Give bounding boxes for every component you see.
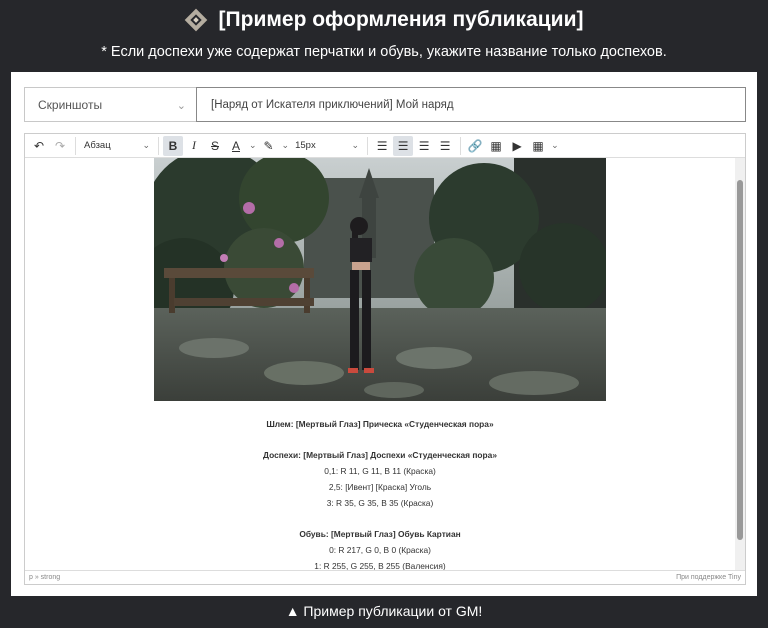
toolbar-divider <box>75 136 76 155</box>
chevron-down-icon[interactable]: ⌄ <box>280 140 292 151</box>
italic-icon[interactable]: I <box>184 136 204 156</box>
content-line: 0: R 217, G 0, B 0 (Краска) <box>329 545 431 555</box>
font-size-dropdown[interactable]: 15px ⌄ <box>291 140 363 151</box>
table-icon[interactable]: ▦ <box>528 136 548 156</box>
align-right-icon[interactable]: ☰ <box>414 136 434 156</box>
chevron-down-icon[interactable]: ⌄ <box>549 140 561 151</box>
toolbar-divider <box>460 136 462 155</box>
bold-icon[interactable]: B <box>163 135 183 156</box>
align-justify-icon[interactable]: ☰ <box>435 136 455 156</box>
font-size-value: 15px <box>295 140 316 151</box>
post-title-input[interactable]: [Наряд от Искателя приключений] Мой наря… <box>196 87 746 122</box>
chevron-down-icon: ⌄ <box>351 140 360 150</box>
block-format-value: Абзац <box>84 140 111 151</box>
editor-toolbar: ↶ ↷ Абзац ⌄ B I S A ⌄ ✎ ⌄ 15px ⌄ ☰ ☰ ☰ ☰ <box>25 134 745 158</box>
highlight-icon[interactable]: ✎ <box>259 136 279 156</box>
editor-statusbar: p » strong При поддержке Tiny <box>25 570 745 584</box>
link-icon[interactable]: 🔗 <box>465 136 485 156</box>
align-center-icon[interactable]: ☰ <box>393 135 414 156</box>
undo-icon[interactable]: ↶ <box>29 136 49 156</box>
strikethrough-icon[interactable]: S <box>205 136 225 156</box>
post-fields: Скриншоты ⌄ [Наряд от Искателя приключен… <box>24 87 746 122</box>
toolbar-divider <box>158 136 159 155</box>
header-note: * Если доспехи уже содержат перчатки и о… <box>101 44 667 60</box>
chevron-down-icon: ⌄ <box>142 140 150 150</box>
element-path[interactable]: p » strong <box>29 574 60 581</box>
chevron-down-icon[interactable]: ⌄ <box>247 140 259 151</box>
toolbar-divider <box>367 136 369 155</box>
content-line: Доспехи: [Мертвый Глаз] Доспехи «Студенч… <box>263 450 497 460</box>
redo-icon[interactable]: ↷ <box>50 136 70 156</box>
category-value: Скриншоты <box>38 97 103 112</box>
block-format-dropdown[interactable]: Абзац ⌄ <box>80 140 154 151</box>
align-left-icon[interactable]: ☰ <box>372 136 392 156</box>
page-title-row: [Пример оформления публикации] <box>0 8 768 32</box>
page-title: [Пример оформления публикации] <box>218 8 584 31</box>
content-text: Шлем: [Мертвый Глаз] Прическа «Студенчес… <box>25 416 735 571</box>
text-color-icon[interactable]: A <box>226 136 246 156</box>
editor-content[interactable]: Шлем: [Мертвый Глаз] Прическа «Студенчес… <box>25 158 745 571</box>
content-line: Обувь: [Мертвый Глаз] Обувь Картиан <box>299 529 461 539</box>
scrollbar-thumb[interactable] <box>737 180 743 540</box>
page-header: [Пример оформления публикации] * Если до… <box>0 0 768 72</box>
chevron-down-icon: ⌄ <box>176 100 186 112</box>
category-select[interactable]: Скриншоты ⌄ <box>24 87 196 122</box>
content-line: 0,1: R 11, G 11, B 11 (Краска) <box>324 466 436 476</box>
example-caption: ▲ Пример публикации от GM! <box>285 603 483 619</box>
diamond-icon <box>184 8 207 32</box>
post-title-value: [Наряд от Искателя приключений] Мой наря… <box>211 98 454 111</box>
content-line: 2,5: [Ивент] [Краска] Уголь <box>328 482 432 492</box>
post-form-panel: Скриншоты ⌄ [Наряд от Искателя приключен… <box>11 72 757 596</box>
editor-scrollbar[interactable] <box>735 158 745 571</box>
character-screenshot <box>154 158 606 401</box>
image-icon[interactable]: ▦ <box>486 136 506 156</box>
tiny-branding[interactable]: При поддержке Tiny <box>676 574 741 581</box>
content-line: 3: R 35, G 35, B 35 (Краска) <box>326 498 434 508</box>
rich-text-editor: ↶ ↷ Абзац ⌄ B I S A ⌄ ✎ ⌄ 15px ⌄ ☰ ☰ ☰ ☰ <box>24 133 746 585</box>
media-icon[interactable]: ▶ <box>507 136 527 156</box>
content-line: Шлем: [Мертвый Глаз] Прическа «Студенчес… <box>266 419 494 429</box>
